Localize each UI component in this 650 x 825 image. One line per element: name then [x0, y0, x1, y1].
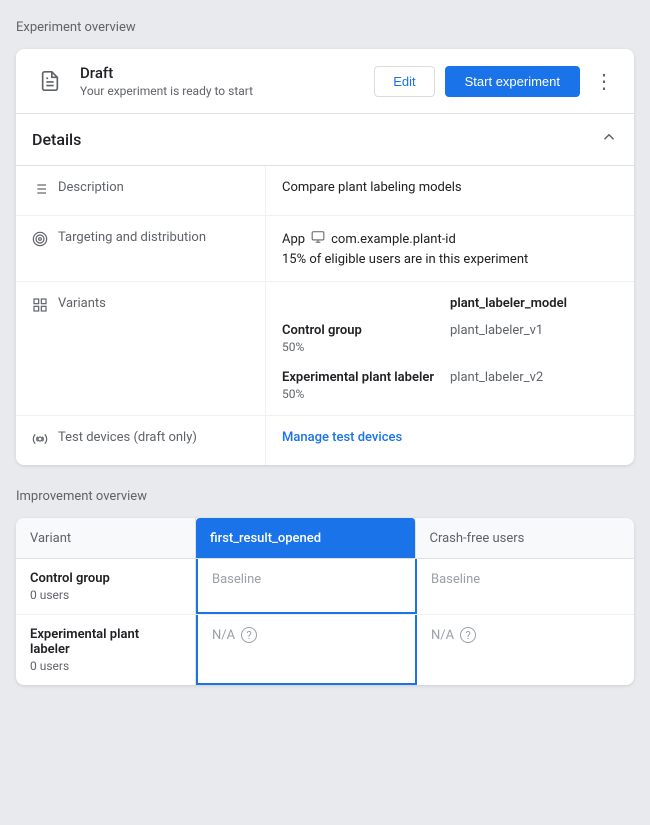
control-row-name: Control group	[30, 571, 181, 586]
experimental-metric1-value: N/A ?	[212, 627, 401, 643]
control-metric1-value: Baseline	[212, 572, 261, 587]
experimental-variant: Experimental plant labeler 50% plant_lab…	[282, 370, 618, 401]
manage-test-devices-link[interactable]: Manage test devices	[282, 430, 402, 445]
test-devices-value: Manage test devices	[266, 416, 634, 465]
control-metric1-col: Baseline	[196, 559, 417, 614]
variants-row: Variants plant_labeler_model Control gro…	[16, 282, 634, 416]
details-title: Details	[32, 130, 81, 149]
question-icon-2[interactable]: ?	[460, 627, 476, 643]
draft-info: Draft Your experiment is ready to start	[80, 64, 374, 98]
description-label-col: Description	[16, 166, 266, 215]
test-devices-icon	[32, 431, 48, 451]
experiment-overview-title: Experiment overview	[16, 16, 634, 39]
control-group-name-col: Control group 50%	[282, 323, 450, 354]
control-group-model: plant_labeler_v1	[450, 323, 618, 354]
variants-label-text: Variants	[58, 296, 106, 311]
app-id: com.example.plant-id	[331, 232, 456, 247]
experimental-col: Experimental plant labeler 0 users	[16, 615, 196, 685]
edit-button[interactable]: Edit	[374, 66, 434, 97]
variants-model-header: plant_labeler_model	[450, 296, 618, 311]
variants-header: plant_labeler_model	[282, 296, 618, 311]
description-row: Description Compare plant labeling model…	[16, 166, 634, 216]
targeting-desc: 15% of eligible users are in this experi…	[282, 252, 618, 267]
targeting-row: Targeting and distribution App com.examp…	[16, 216, 634, 282]
targeting-label-col: Targeting and distribution	[16, 216, 266, 281]
improvement-header-row: Variant first_result_opened Crash-free u…	[16, 518, 634, 559]
control-group-name: Control group	[282, 323, 450, 338]
variants-col-label	[282, 296, 450, 311]
improvement-row-experimental: Experimental plant labeler 0 users N/A ?…	[16, 615, 634, 685]
description-label-text: Description	[58, 180, 124, 195]
draft-title: Draft	[80, 64, 374, 82]
variants-value: plant_labeler_model Control group 50% pl…	[266, 282, 634, 415]
experimental-metric2-col: N/A ?	[417, 615, 634, 685]
draft-icon	[32, 63, 68, 99]
collapse-icon[interactable]	[600, 128, 618, 151]
experimental-metric1-col: N/A ?	[196, 615, 417, 685]
app-icon	[311, 230, 325, 248]
start-experiment-button[interactable]: Start experiment	[445, 66, 580, 97]
question-icon-1[interactable]: ?	[241, 627, 257, 643]
col-header-metric2: Crash-free users	[416, 518, 635, 558]
details-header: Details	[16, 114, 634, 166]
more-options-icon[interactable]: ⋮	[590, 65, 618, 97]
targeting-label-text: Targeting and distribution	[58, 230, 206, 245]
col-metric2-label: Crash-free users	[430, 531, 525, 546]
variants-icon	[32, 297, 48, 317]
draft-actions: Edit Start experiment ⋮	[374, 65, 618, 97]
control-group-pct: 50%	[282, 340, 450, 354]
experiment-card: Draft Your experiment is ready to start …	[16, 49, 634, 465]
improvement-row-control: Control group 0 users Baseline Baseline	[16, 559, 634, 615]
app-row: App com.example.plant-id	[282, 230, 618, 248]
app-label: App	[282, 232, 305, 247]
targeting-value: App com.example.plant-id 15% of eligible…	[266, 216, 634, 281]
description-value: Compare plant labeling models	[266, 166, 634, 215]
experimental-pct: 50%	[282, 387, 450, 401]
improvement-card: Variant first_result_opened Crash-free u…	[16, 518, 634, 685]
control-metric2-col: Baseline	[417, 559, 634, 614]
experimental-row-name: Experimental plant labeler	[30, 627, 181, 657]
col-header-metric1: first_result_opened	[196, 518, 416, 558]
col-header-variant: Variant	[16, 518, 196, 558]
control-group-col: Control group 0 users	[16, 559, 196, 614]
control-row-users: 0 users	[30, 588, 181, 602]
col-variant-label: Variant	[30, 531, 71, 546]
control-metric2-value: Baseline	[431, 572, 480, 587]
test-devices-label-col: Test devices (draft only)	[16, 416, 266, 465]
experimental-row-users: 0 users	[30, 659, 181, 673]
experimental-name-col: Experimental plant labeler 50%	[282, 370, 450, 401]
experimental-model: plant_labeler_v2	[450, 370, 618, 401]
description-icon	[32, 181, 48, 201]
experimental-metric2-value: N/A ?	[431, 627, 620, 643]
col-metric1-label: first_result_opened	[210, 531, 321, 546]
improvement-table: Variant first_result_opened Crash-free u…	[16, 518, 634, 685]
improvement-overview-title: Improvement overview	[16, 485, 634, 508]
variants-label-col: Variants	[16, 282, 266, 415]
experimental-name: Experimental plant labeler	[282, 370, 450, 385]
control-group-variant: Control group 50% plant_labeler_v1	[282, 323, 618, 354]
draft-header: Draft Your experiment is ready to start …	[16, 49, 634, 114]
targeting-icon	[32, 231, 48, 251]
draft-subtitle: Your experiment is ready to start	[80, 84, 374, 98]
test-devices-label-text: Test devices (draft only)	[58, 430, 197, 445]
test-devices-row: Test devices (draft only) Manage test de…	[16, 416, 634, 465]
